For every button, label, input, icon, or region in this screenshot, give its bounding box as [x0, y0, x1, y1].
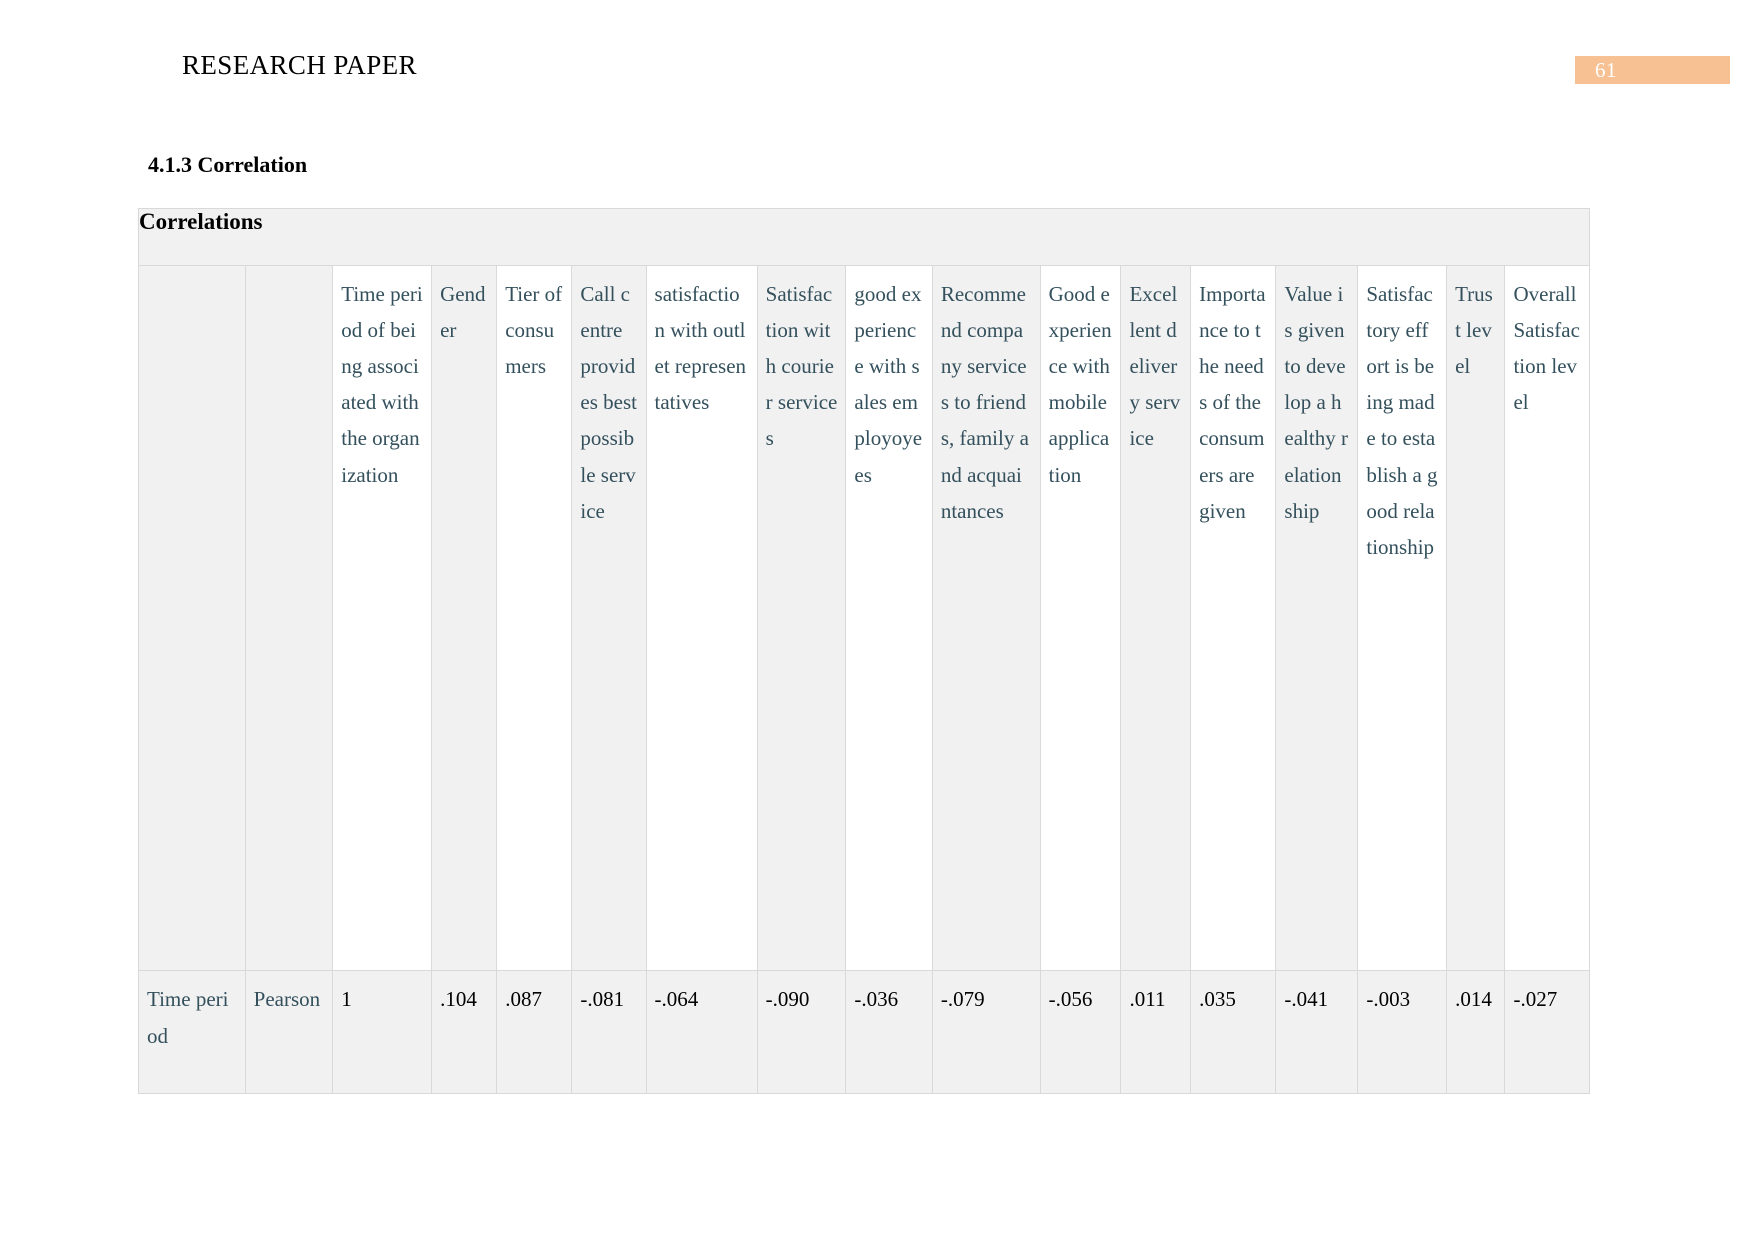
cell-value-text: -.090	[765, 987, 810, 1011]
column-header-excellent-delivery: Excellent delivery service	[1120, 265, 1192, 971]
cell-value: -.090	[756, 970, 847, 1094]
column-header-tier-of-consumers: Tier of consumers	[496, 265, 573, 971]
column-header-label: Excellent delivery service	[1129, 282, 1181, 451]
column-header-gender: Gender	[431, 265, 498, 971]
column-header-importance-needs: Importance to the needs of the consumers…	[1190, 265, 1277, 971]
cell-value-text: -.056	[1048, 987, 1093, 1011]
cell-value: -.079	[931, 970, 1041, 1094]
column-header-label: Importance to the needs of the consumers…	[1199, 282, 1266, 523]
column-header-outlet-representatives: satisfaction with outlet representatives	[645, 265, 758, 971]
cell-value-text: -.081	[580, 987, 625, 1011]
cell-value: .087	[496, 970, 573, 1094]
cell-value: -.056	[1039, 970, 1122, 1094]
cell-value: .011	[1120, 970, 1192, 1094]
table-row: Time period Pearson 1 .104 .087 -.081 -.…	[138, 970, 1590, 1094]
cell-value-text: .035	[1199, 987, 1236, 1011]
column-header-label: Satisfaction with courier services	[765, 282, 838, 451]
table-caption-cell: Correlations	[138, 208, 1590, 266]
section-heading: 4.1.3 Correlation	[148, 152, 308, 177]
column-header-overall-satisfaction: Overall Satisfaction level	[1504, 265, 1590, 971]
running-header: RESEARCH PAPER 61	[0, 50, 1754, 94]
cell-value-text: .087	[505, 987, 542, 1011]
cell-value: -.036	[845, 970, 933, 1094]
row-label-text: Time period	[147, 987, 229, 1048]
cell-value: 1	[332, 970, 433, 1094]
column-header-label: satisfaction with outlet representatives	[654, 282, 747, 415]
column-header-recommend-company: Recommend company services to friends, f…	[931, 265, 1041, 971]
column-header-label: Trust level	[1455, 282, 1493, 379]
cell-value: .014	[1446, 970, 1506, 1094]
column-header-trust-level: Trust level	[1446, 265, 1506, 971]
cell-value-text: -.027	[1513, 987, 1558, 1011]
column-header-label: Satisfactory effort is being made to est…	[1366, 282, 1438, 559]
table-header-row: Time period of being associated with the…	[138, 265, 1590, 971]
column-header-label: Call centre provides best possible servi…	[580, 282, 637, 523]
cell-value-text: .011	[1129, 987, 1166, 1011]
correlations-table: Correlations Time period of being associ…	[138, 208, 1590, 1094]
column-header-label: Value is given to develop a healthy rela…	[1284, 282, 1348, 523]
cell-value: -.027	[1504, 970, 1590, 1094]
cell-value: -.003	[1357, 970, 1448, 1094]
row-statistic-pearson: Pearson	[244, 970, 334, 1094]
column-header-label: good experience with sales employoyees	[854, 282, 923, 487]
page-number-badge: 61	[1575, 56, 1730, 84]
row-label-time-period: Time period	[138, 970, 246, 1094]
header-corner-stub-1	[138, 265, 246, 971]
table-caption-text: Correlations	[139, 209, 263, 234]
cell-value-text: .014	[1455, 987, 1492, 1011]
column-header-label: Tier of consumers	[505, 282, 563, 379]
cell-value-text: -.064	[654, 987, 699, 1011]
cell-value-text: -.041	[1284, 987, 1329, 1011]
cell-value-text: .104	[440, 987, 477, 1011]
row-statistic-text: Pearson	[253, 987, 321, 1011]
cell-value-text: -.003	[1366, 987, 1411, 1011]
column-header-satisfactory-effort: Satisfactory effort is being made to est…	[1357, 265, 1448, 971]
cell-value: .104	[431, 970, 498, 1094]
column-header-label: Good experience with mobile application	[1048, 282, 1112, 487]
table-caption-row: Correlations	[138, 208, 1590, 266]
cell-value: .035	[1190, 970, 1277, 1094]
column-header-label: Overall Satisfaction level	[1513, 282, 1580, 415]
column-header-label: Gender	[440, 282, 486, 343]
column-header-label: Recommend company services to friends, f…	[940, 282, 1029, 523]
cell-value: -.081	[571, 970, 647, 1094]
column-header-label: Time period of being associated with the…	[341, 282, 423, 487]
column-header-value-given: Value is given to develop a healthy rela…	[1275, 265, 1359, 971]
cell-value-text: -.036	[854, 987, 899, 1011]
cell-value: -.064	[645, 970, 758, 1094]
cell-value-text: -.079	[940, 987, 985, 1011]
running-title: RESEARCH PAPER	[182, 50, 417, 80]
column-header-sales-employees: good experience with sales employoyees	[845, 265, 933, 971]
correlations-table-container: Correlations Time period of being associ…	[138, 208, 1590, 1094]
column-header-call-centre: Call centre provides best possible servi…	[571, 265, 647, 971]
column-header-courier-services: Satisfaction with courier services	[756, 265, 847, 971]
header-corner-stub-2	[244, 265, 334, 971]
column-header-mobile-application: Good experience with mobile application	[1039, 265, 1122, 971]
column-header-time-period: Time period of being associated with the…	[332, 265, 433, 971]
cell-value: -.041	[1275, 970, 1359, 1094]
cell-value-text: 1	[341, 987, 352, 1011]
